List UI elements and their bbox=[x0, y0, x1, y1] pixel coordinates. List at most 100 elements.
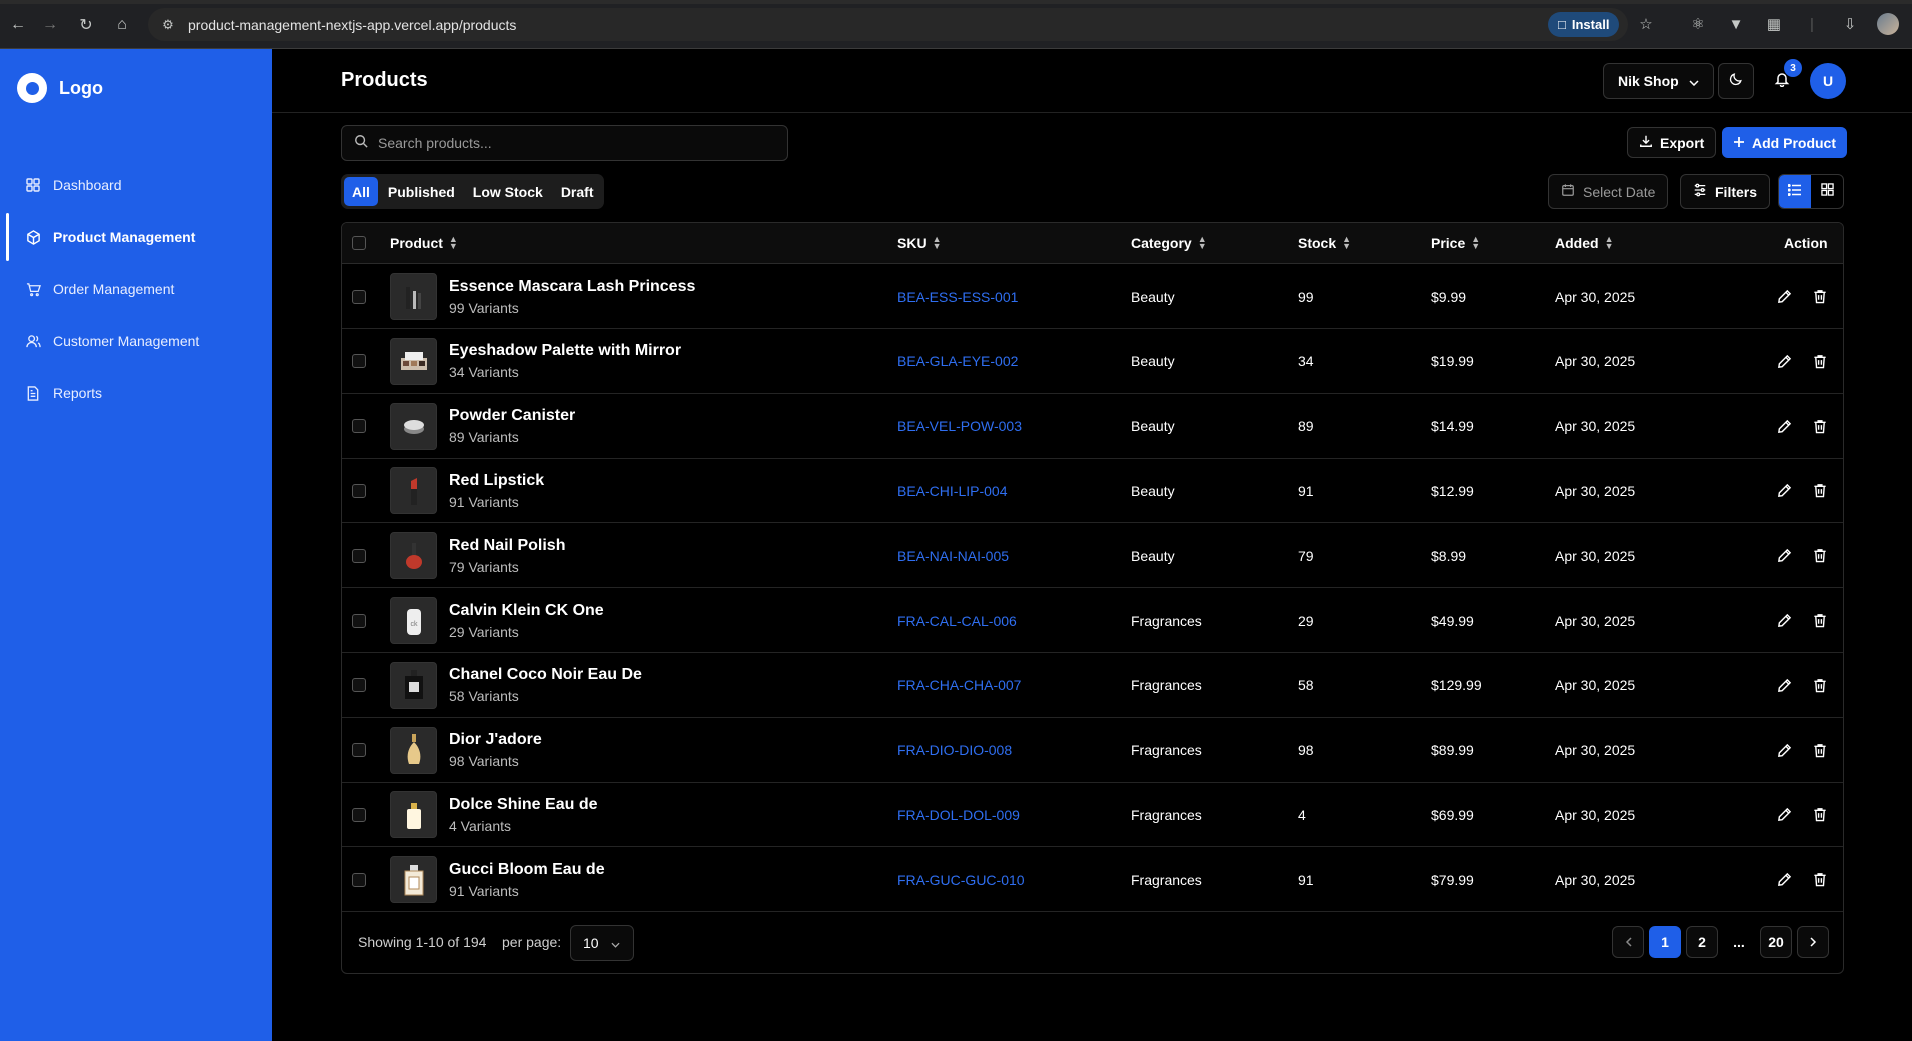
react-devtools-icon[interactable]: ⚛ bbox=[1684, 10, 1712, 38]
sku-link[interactable]: FRA-DOL-DOL-009 bbox=[897, 782, 1020, 847]
edit-pencil-icon[interactable] bbox=[1774, 351, 1794, 371]
delete-trash-icon[interactable] bbox=[1810, 740, 1830, 760]
product-name[interactable]: Essence Mascara Lash Princess bbox=[449, 278, 695, 296]
sidebar-item-product-management[interactable]: Product Management bbox=[0, 211, 272, 263]
delete-trash-icon[interactable] bbox=[1810, 675, 1830, 695]
delete-trash-icon[interactable] bbox=[1810, 287, 1830, 307]
tab-all[interactable]: All bbox=[344, 177, 378, 206]
product-cell[interactable]: Eyeshadow Palette with Mirror 34 Variant… bbox=[390, 329, 681, 394]
sidebar-item-order-management[interactable]: Order Management bbox=[0, 263, 272, 315]
column-price[interactable]: Price ▲ ▼ bbox=[1431, 235, 1480, 252]
edit-pencil-icon[interactable] bbox=[1774, 416, 1794, 436]
page-button-2[interactable]: 2 bbox=[1686, 926, 1718, 958]
add-product-button[interactable]: Add Product bbox=[1722, 127, 1847, 158]
reload-icon[interactable]: ↻ bbox=[68, 7, 104, 43]
row-checkbox[interactable] bbox=[352, 264, 366, 329]
sku-link[interactable]: BEA-CHI-LIP-004 bbox=[897, 458, 1007, 523]
sku-link[interactable]: BEA-VEL-POW-003 bbox=[897, 394, 1022, 459]
row-checkbox[interactable] bbox=[352, 458, 366, 523]
previous-page-button[interactable] bbox=[1612, 926, 1644, 958]
delete-trash-icon[interactable] bbox=[1810, 416, 1830, 436]
product-cell[interactable]: Red Nail Polish 79 Variants bbox=[390, 523, 565, 588]
row-checkbox[interactable] bbox=[352, 394, 366, 459]
search-input[interactable] bbox=[378, 135, 768, 151]
forward-icon[interactable]: → bbox=[32, 7, 68, 43]
delete-trash-icon[interactable] bbox=[1810, 481, 1830, 501]
user-avatar[interactable]: U bbox=[1810, 63, 1846, 99]
product-name[interactable]: Dior J'adore bbox=[449, 731, 542, 749]
tab-low-stock[interactable]: Low Stock bbox=[465, 177, 551, 206]
sidebar-item-customer-management[interactable]: Customer Management bbox=[0, 315, 272, 367]
column-product[interactable]: Product ▲ ▼ bbox=[390, 235, 458, 252]
sku-link[interactable]: FRA-GUC-GUC-010 bbox=[897, 847, 1025, 912]
edit-pencil-icon[interactable] bbox=[1774, 546, 1794, 566]
product-cell[interactable]: Essence Mascara Lash Princess 99 Variant… bbox=[390, 264, 695, 329]
delete-trash-icon[interactable] bbox=[1810, 611, 1830, 631]
product-name[interactable]: Red Nail Polish bbox=[449, 537, 565, 555]
product-name[interactable]: Calvin Klein CK One bbox=[449, 602, 604, 620]
tab-published[interactable]: Published bbox=[380, 177, 463, 206]
address-bar[interactable]: ⚙ product-management-nextjs-app.vercel.a… bbox=[148, 8, 1628, 41]
row-checkbox[interactable] bbox=[352, 588, 366, 653]
product-cell[interactable]: Gucci Bloom Eau de 91 Variants bbox=[390, 847, 605, 912]
column-added[interactable]: Added ▲ ▼ bbox=[1555, 235, 1613, 252]
row-checkbox[interactable] bbox=[352, 847, 366, 912]
site-settings-icon[interactable]: ⚙ bbox=[154, 11, 182, 39]
logo[interactable]: Logo bbox=[17, 73, 103, 103]
delete-trash-icon[interactable] bbox=[1810, 870, 1830, 890]
per-page-select[interactable]: 10 bbox=[570, 925, 634, 961]
back-icon[interactable]: ← bbox=[0, 7, 36, 43]
column-sku[interactable]: SKU ▲ ▼ bbox=[897, 235, 941, 252]
product-name[interactable]: Powder Canister bbox=[449, 407, 575, 425]
sku-link[interactable]: BEA-ESS-ESS-001 bbox=[897, 264, 1018, 329]
sku-link[interactable]: FRA-CAL-CAL-006 bbox=[897, 588, 1017, 653]
sku-link[interactable]: FRA-DIO-DIO-008 bbox=[897, 718, 1012, 783]
grid-view-button[interactable] bbox=[1811, 175, 1843, 208]
edit-pencil-icon[interactable] bbox=[1774, 481, 1794, 501]
product-cell[interactable]: Dior J'adore 98 Variants bbox=[390, 718, 542, 783]
delete-trash-icon[interactable] bbox=[1810, 351, 1830, 371]
product-cell[interactable]: Dolce Shine Eau de 4 Variants bbox=[390, 782, 597, 847]
product-name[interactable]: Eyeshadow Palette with Mirror bbox=[449, 342, 681, 360]
shop-selector[interactable]: Nik Shop bbox=[1603, 63, 1714, 99]
edit-pencil-icon[interactable] bbox=[1774, 740, 1794, 760]
delete-trash-icon[interactable] bbox=[1810, 805, 1830, 825]
row-checkbox[interactable] bbox=[352, 523, 366, 588]
bookmark-star-icon[interactable]: ☆ bbox=[1632, 10, 1660, 38]
export-button[interactable]: Export bbox=[1627, 127, 1717, 158]
tab-draft[interactable]: Draft bbox=[553, 177, 602, 206]
sku-link[interactable]: BEA-NAI-NAI-005 bbox=[897, 523, 1009, 588]
delete-trash-icon[interactable] bbox=[1810, 546, 1830, 566]
row-checkbox[interactable] bbox=[352, 329, 366, 394]
next-page-button[interactable] bbox=[1797, 926, 1829, 958]
product-cell[interactable]: Red Lipstick 91 Variants bbox=[390, 458, 544, 523]
column-stock[interactable]: Stock ▲ ▼ bbox=[1298, 235, 1351, 252]
sidebar-item-dashboard[interactable]: Dashboard bbox=[0, 159, 272, 211]
product-name[interactable]: Dolce Shine Eau de bbox=[449, 796, 597, 814]
install-button[interactable]: □ Install bbox=[1548, 12, 1620, 37]
product-name[interactable]: Chanel Coco Noir Eau De bbox=[449, 666, 642, 684]
row-checkbox[interactable] bbox=[352, 718, 366, 783]
extensions-icon[interactable]: ▦ bbox=[1760, 10, 1788, 38]
sku-link[interactable]: BEA-GLA-EYE-002 bbox=[897, 329, 1018, 394]
sidebar-item-reports[interactable]: Reports bbox=[0, 367, 272, 419]
edit-pencil-icon[interactable] bbox=[1774, 611, 1794, 631]
row-checkbox[interactable] bbox=[352, 653, 366, 718]
vue-extension-icon[interactable]: ▼ bbox=[1722, 10, 1750, 38]
list-view-button[interactable] bbox=[1779, 175, 1811, 208]
product-name[interactable]: Gucci Bloom Eau de bbox=[449, 861, 605, 879]
row-checkbox[interactable] bbox=[352, 782, 366, 847]
filters-button[interactable]: Filters bbox=[1680, 174, 1771, 209]
product-cell[interactable]: Powder Canister 89 Variants bbox=[390, 394, 575, 459]
edit-pencil-icon[interactable] bbox=[1774, 805, 1794, 825]
product-cell[interactable]: Chanel Coco Noir Eau De 58 Variants bbox=[390, 653, 642, 718]
edit-pencil-icon[interactable] bbox=[1774, 675, 1794, 695]
page-button-1[interactable]: 1 bbox=[1649, 926, 1681, 958]
sku-link[interactable]: FRA-CHA-CHA-007 bbox=[897, 653, 1021, 718]
theme-toggle-button[interactable] bbox=[1718, 63, 1754, 99]
edit-pencil-icon[interactable] bbox=[1774, 287, 1794, 307]
edit-pencil-icon[interactable] bbox=[1774, 870, 1794, 890]
profile-avatar[interactable] bbox=[1874, 10, 1902, 38]
page-button-20[interactable]: 20 bbox=[1760, 926, 1792, 958]
product-name[interactable]: Red Lipstick bbox=[449, 472, 544, 490]
